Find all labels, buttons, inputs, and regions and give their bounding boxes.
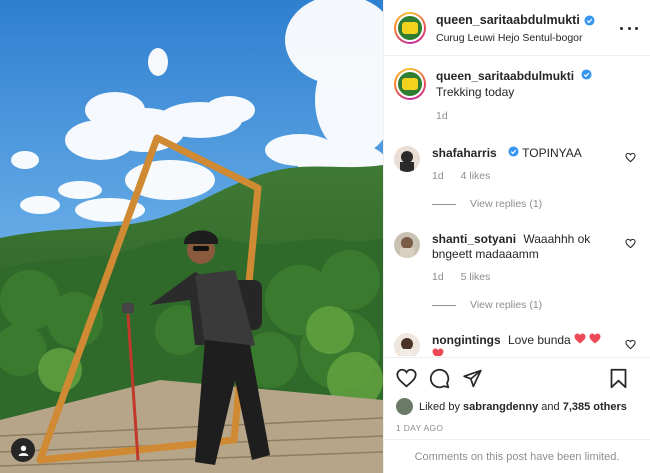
author-avatar[interactable] (394, 11, 426, 44)
bookmark-icon (610, 368, 627, 388)
red-heart-emoji (589, 333, 601, 344)
user-tag-button[interactable] (11, 438, 35, 462)
commenter-avatar[interactable] (394, 333, 420, 356)
comment-text: TOPINYAA (522, 146, 582, 160)
comment-text: Love bunda (508, 333, 571, 347)
trekking-photo (0, 0, 383, 473)
comment-item: shafaharris TOPINYAA 1d 4 likes (394, 146, 640, 184)
more-options-button[interactable] (620, 18, 638, 38)
post-actions: Liked by sabrangdenny and 7,385 others 1… (384, 357, 650, 433)
like-button[interactable] (396, 368, 417, 388)
save-button[interactable] (609, 368, 628, 389)
more-icon (620, 26, 623, 30)
verified-icon (508, 146, 519, 157)
comment-likes[interactable]: 5 likes (461, 271, 491, 283)
verified-icon (584, 15, 595, 26)
verified-icon (581, 69, 592, 80)
liker-username[interactable]: sabrangdenny (463, 401, 538, 413)
heart-icon[interactable] (625, 339, 636, 350)
comments-list: queen_saritaabdulmukti Trekking today 1d… (384, 56, 650, 356)
commenter-username[interactable]: shanti_sotyani (432, 232, 516, 246)
caption-text: Trekking today (436, 85, 515, 99)
comment-age: 1d (432, 271, 444, 283)
comments-limited-notice: Comments on this post have been limited. (384, 439, 650, 473)
post-header: queen_saritaabdulmukti Curug Leuwi Hejo … (384, 0, 650, 56)
comment-item: shanti_sotyani Waaahhh ok bngeett madaaa… (394, 232, 640, 285)
heart-icon (396, 368, 417, 388)
view-replies-button[interactable]: View replies (1) (432, 299, 640, 311)
red-heart-emoji (574, 333, 586, 344)
share-button[interactable] (462, 368, 483, 388)
commenter-avatar[interactable] (394, 232, 420, 258)
caption-avatar[interactable] (394, 68, 426, 100)
heart-icon[interactable] (625, 238, 636, 249)
heart-icon[interactable] (625, 152, 636, 163)
comment-button[interactable] (429, 368, 450, 389)
post-photo[interactable] (0, 0, 383, 473)
caption-username[interactable]: queen_saritaabdulmukti (436, 69, 574, 83)
caption-age: 1d (436, 110, 448, 122)
post-caption: queen_saritaabdulmukti Trekking today 1d (394, 68, 640, 124)
commenter-avatar[interactable] (394, 146, 420, 172)
user-tag-icon (18, 445, 28, 456)
likes-summary: Liked by sabrangdenny and 7,385 others (396, 398, 640, 415)
comment-likes[interactable]: 4 likes (461, 170, 491, 182)
liker-avatar[interactable] (396, 398, 413, 415)
share-icon (463, 369, 482, 388)
post-panel: queen_saritaabdulmukti Curug Leuwi Hejo … (383, 0, 650, 473)
comment-age: 1d (432, 170, 444, 182)
post-location[interactable]: Curug Leuwi Hejo Sentul-bogor (436, 32, 640, 45)
post-timestamp: 1 DAY AGO (396, 423, 444, 433)
comment-icon (429, 368, 450, 388)
commenter-username[interactable]: nongintings (432, 333, 501, 347)
view-replies-button[interactable]: View replies (1) (432, 198, 640, 210)
author-username[interactable]: queen_saritaabdulmukti (436, 13, 595, 29)
comment-item: nongintings Love bunda (394, 333, 640, 356)
red-heart-emoji (432, 348, 444, 356)
likes-count[interactable]: 7,385 others (563, 401, 627, 413)
commenter-username[interactable]: shafaharris (432, 146, 497, 160)
